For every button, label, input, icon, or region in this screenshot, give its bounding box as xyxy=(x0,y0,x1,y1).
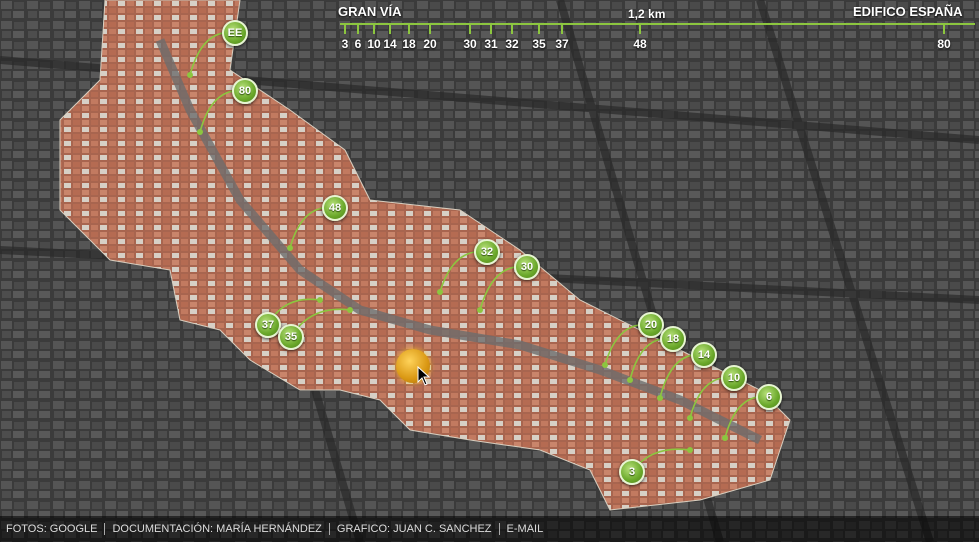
marker-target-dot xyxy=(477,307,483,313)
marker-32[interactable]: 32 xyxy=(474,239,500,265)
marker-target-dot xyxy=(437,289,443,295)
scale-tick-label: 6 xyxy=(354,37,362,51)
marker-3[interactable]: 3 xyxy=(619,459,645,485)
scale-tick-label: 10 xyxy=(367,37,381,51)
scale-header: GRAN VÍA 1,2 km EDIFICO ESPAÑA 3 6 10 14 18 2… xyxy=(0,0,979,60)
credit-photos: FOTOS: GOOGLE xyxy=(6,523,106,535)
email-link[interactable]: E-MAIL xyxy=(500,523,551,535)
scale-tick-label: 31 xyxy=(484,37,498,51)
marker-37[interactable]: 37 xyxy=(255,312,281,338)
marker-14[interactable]: 14 xyxy=(691,342,717,368)
scale-tick-label: 20 xyxy=(423,37,437,51)
marker-target-dot xyxy=(687,447,693,453)
marker-target-dot xyxy=(197,129,203,135)
scale-tick-label: 14 xyxy=(383,37,397,51)
scale-tick-label: 32 xyxy=(505,37,519,51)
scale-tick-label: 30 xyxy=(463,37,477,51)
marker-target-dot xyxy=(722,435,728,441)
credits-footer: FOTOS: GOOGLE DOCUMENTACIÓN: MARÍA HERNÁ… xyxy=(0,516,979,542)
marker-30[interactable]: 30 xyxy=(514,254,540,280)
marker-target-dot xyxy=(347,307,353,313)
marker-target-dot xyxy=(317,297,323,303)
scale-tick-label: 18 xyxy=(402,37,416,51)
credit-graphic: GRAFICO: JUAN C. SANCHEZ xyxy=(330,523,500,535)
scale-end-label: EDIFICO ESPAÑA xyxy=(853,4,963,19)
scale-tick-label: 80 xyxy=(937,37,951,51)
scale-distance-label: 1,2 km xyxy=(628,7,666,21)
mouse-pointer-icon xyxy=(417,366,431,386)
marker-target-dot xyxy=(687,415,693,421)
marker-target-dot xyxy=(657,395,663,401)
marker-6[interactable]: 6 xyxy=(756,384,782,410)
aerial-map xyxy=(0,0,979,542)
marker-10[interactable]: 10 xyxy=(721,365,747,391)
marker-35[interactable]: 35 xyxy=(278,324,304,350)
marker-48[interactable]: 48 xyxy=(322,195,348,221)
marker-target-dot xyxy=(287,245,293,251)
marker-18[interactable]: 18 xyxy=(660,326,686,352)
marker-target-dot xyxy=(627,377,633,383)
marker-target-dot xyxy=(602,362,608,368)
scale-tick-label: 3 xyxy=(341,37,349,51)
marker-ee[interactable]: EE xyxy=(222,20,248,46)
scale-tick-label: 35 xyxy=(532,37,546,51)
scale-tick-label: 37 xyxy=(555,37,569,51)
scale-start-label: GRAN VÍA xyxy=(338,4,402,19)
marker-80[interactable]: 80 xyxy=(232,78,258,104)
credit-documentation: DOCUMENTACIÓN: MARÍA HERNÁNDEZ xyxy=(105,523,330,535)
scale-tick-label: 48 xyxy=(633,37,647,51)
marker-target-dot xyxy=(187,72,193,78)
